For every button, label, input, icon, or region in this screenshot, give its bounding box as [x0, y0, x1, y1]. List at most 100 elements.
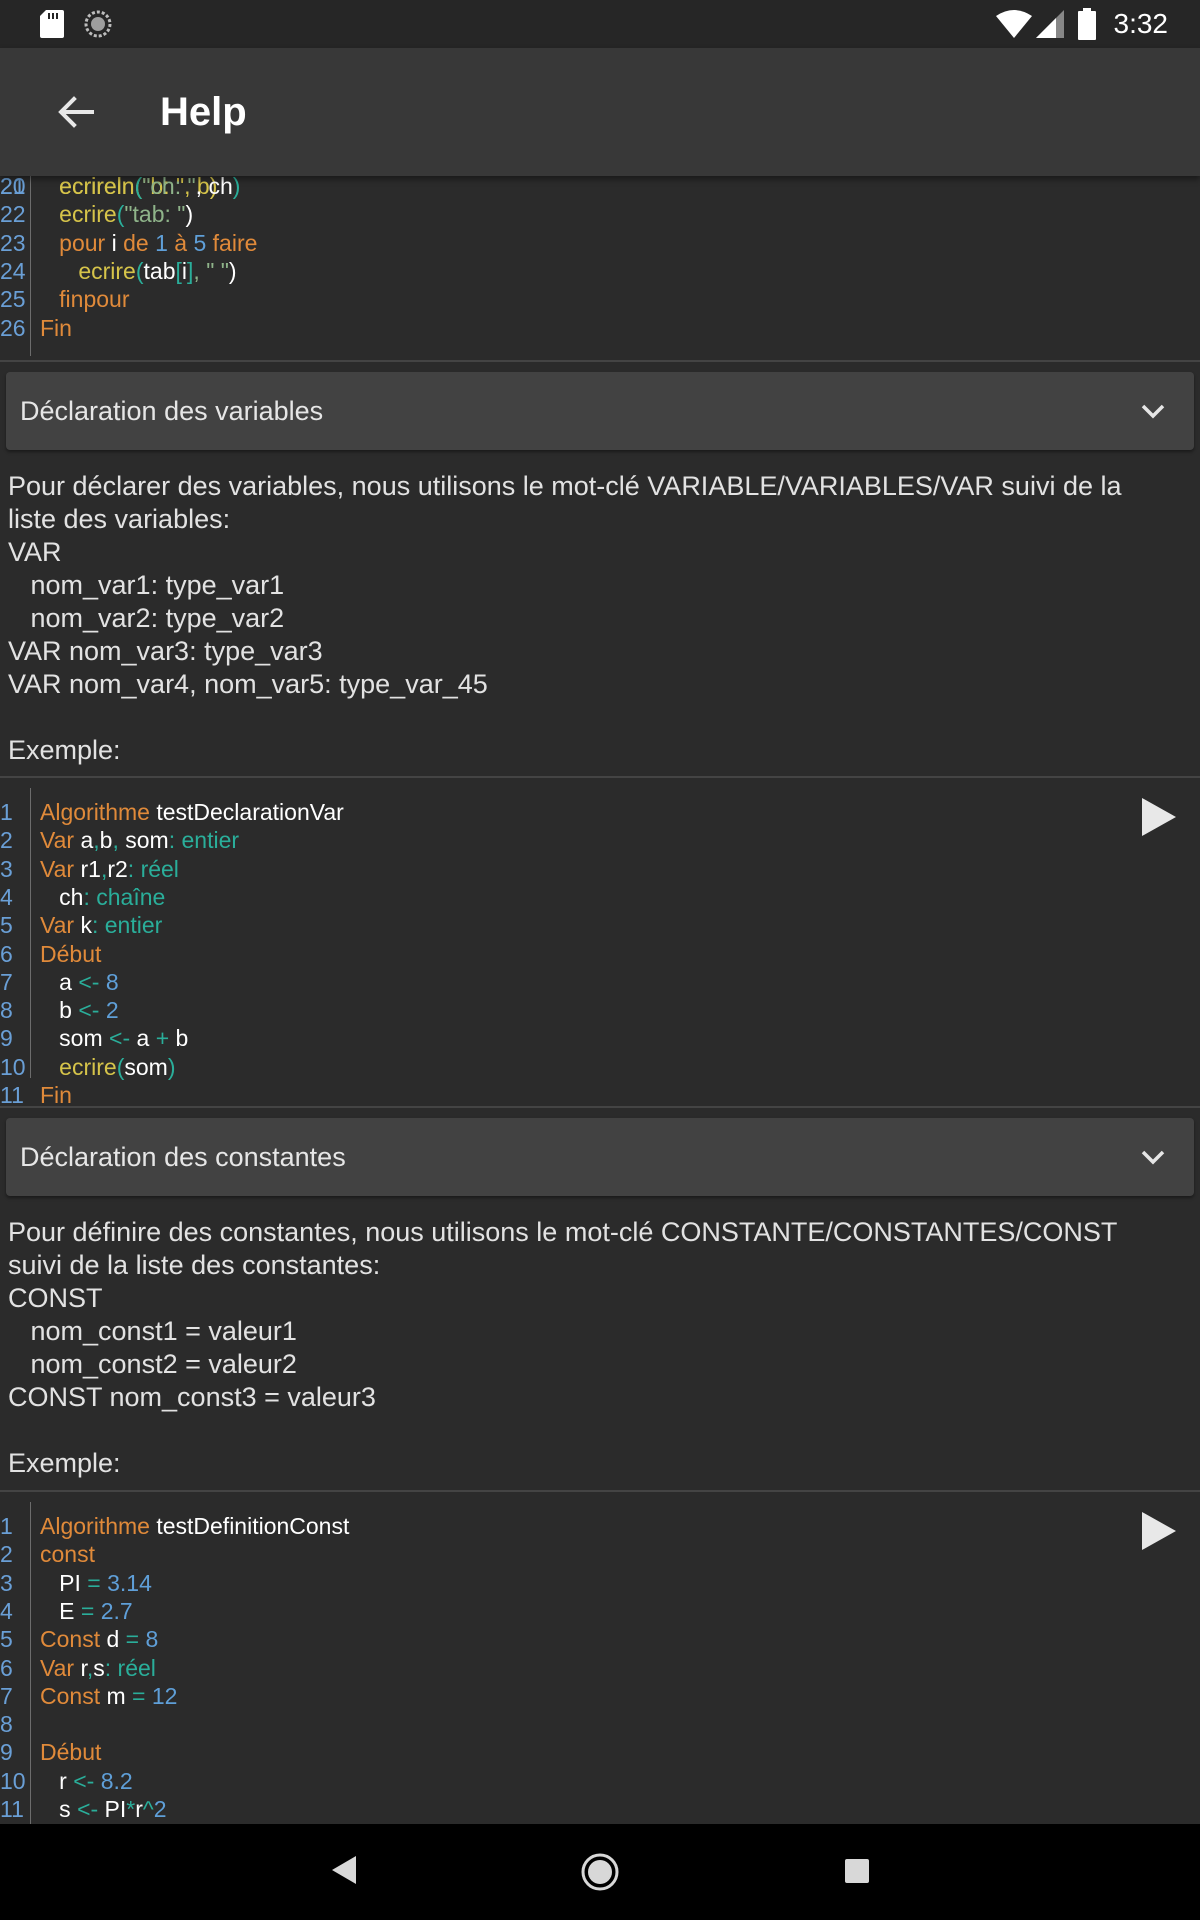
code-text: PI = 3.14	[40, 1569, 152, 1596]
description-line: Pour déclarer des variables, nous utilis…	[8, 471, 1122, 501]
arrow-left-icon	[58, 96, 94, 128]
line-number: 24	[0, 257, 26, 284]
code-text: Var k: entier	[40, 912, 163, 939]
line-number: 22	[0, 201, 26, 228]
page-title: Help	[160, 90, 247, 134]
section-title: Déclaration des variables	[20, 396, 324, 426]
description-line: nom_const1 = valeur1	[8, 1316, 297, 1346]
code-text: Var r1,r2: réel	[40, 855, 179, 882]
code-line: 4 ch: chaîne	[0, 883, 1200, 911]
help-content[interactable]: 20 ecrireln("b: ", b) 21 ecrireln("ch: "…	[0, 160, 1200, 1824]
code-block-top: 20 ecrireln("b: ", b) 21 ecrireln("ch: "…	[0, 160, 1200, 360]
line-number: 4	[0, 1597, 13, 1624]
nav-back-icon[interactable]	[330, 1854, 358, 1886]
code-line: 25 finpour	[0, 285, 1200, 313]
line-number: 6	[0, 940, 13, 967]
code-line: 6 Var r,s: réel	[0, 1654, 1200, 1682]
code-text: ch: chaîne	[40, 883, 166, 910]
description-line: Exemple:	[8, 1448, 121, 1478]
description-line	[8, 701, 1188, 734]
section-description: Pour définire des constantes, nous utili…	[8, 1216, 1188, 1480]
code-line: 3 Var r1,r2: réel	[0, 855, 1200, 883]
code-line: 9 som <- a + b	[0, 1024, 1200, 1052]
code-line: 1 Algorithme testDeclarationVar	[0, 798, 1200, 826]
description-line: nom_var1: type_var1	[8, 570, 285, 600]
nav-home-icon[interactable]	[580, 1852, 620, 1892]
line-number: 8	[0, 997, 13, 1024]
section-header-variables[interactable]: Déclaration des variables	[6, 372, 1194, 450]
description-line	[8, 1414, 1188, 1447]
play-icon	[1142, 1512, 1176, 1550]
code-line: 23 pour i de 1 à 5 faire	[0, 229, 1200, 257]
run-example-button[interactable]	[1140, 1510, 1178, 1552]
app-bar: Help	[0, 48, 1200, 176]
description-line: nom_const2 = valeur2	[8, 1349, 297, 1379]
code-text: Fin	[40, 314, 72, 341]
description-line: liste des variables:	[8, 504, 231, 534]
code-line: 22 ecrire("tab: ")	[0, 200, 1200, 228]
code-text: Algorithme testDeclarationVar	[40, 799, 344, 825]
code-text: a <- 8	[40, 968, 119, 995]
code-text: const	[40, 1541, 95, 1568]
code-text: Début	[40, 940, 102, 967]
code-text: E = 2.7	[40, 1597, 133, 1624]
line-number: 7	[0, 968, 13, 995]
description-line: Exemple:	[8, 735, 121, 765]
code-line: 11 Fin	[0, 1081, 1200, 1109]
line-number: 6	[0, 1654, 13, 1681]
description-line: Pour définire des constantes, nous utili…	[8, 1217, 1118, 1247]
sync-icon	[84, 10, 112, 38]
line-number: 5	[0, 912, 13, 939]
code-text: Const d = 8	[40, 1626, 159, 1653]
line-number: 23	[0, 229, 26, 256]
description-line: VAR	[8, 537, 62, 567]
code-line: 5 Const d = 8	[0, 1625, 1200, 1653]
line-number: 10	[0, 1767, 26, 1794]
sd-card-icon	[40, 10, 64, 38]
system-nav-bar	[0, 1824, 1200, 1920]
line-number: 2	[0, 827, 13, 854]
description-line: CONST	[8, 1283, 103, 1313]
code-text: Fin	[40, 1082, 72, 1108]
code-text: pour i de 1 à 5 faire	[40, 229, 258, 256]
back-button[interactable]	[48, 84, 104, 140]
line-number: 21	[0, 173, 26, 199]
section-title: Déclaration des constantes	[20, 1142, 346, 1172]
code-line: 9 Début	[0, 1738, 1200, 1766]
line-number: 9	[0, 1025, 13, 1052]
section-header-constantes[interactable]: Déclaration des constantes	[6, 1118, 1194, 1196]
line-number: 3	[0, 855, 13, 882]
code-line: 2 Var a,b, som: entier	[0, 826, 1200, 854]
code-line: 3 PI = 3.14	[0, 1569, 1200, 1597]
code-line: 7 a <- 8	[0, 968, 1200, 996]
line-number: 11	[0, 1796, 24, 1822]
code-block-constantes: 12 ecrireln(s) 1Algorithme testDefinitio…	[0, 1502, 1200, 1824]
code-text: ecrire(som)	[40, 1053, 176, 1080]
code-text: Début	[40, 1739, 102, 1766]
play-icon	[1142, 798, 1176, 836]
chevron-down-icon	[1141, 404, 1165, 419]
run-example-button[interactable]	[1140, 796, 1178, 838]
description-line: CONST nom_const3 = valeur3	[8, 1382, 376, 1412]
code-line: 10 ecrire(som)	[0, 1053, 1200, 1081]
code-line: 2 const	[0, 1540, 1200, 1568]
line-number: 3	[0, 1569, 13, 1596]
signal-icon	[1036, 10, 1064, 38]
code-line: 8 b <- 2	[0, 996, 1200, 1024]
code-line: 6 Début	[0, 940, 1200, 968]
code-line: 8	[0, 1710, 1200, 1738]
line-number: 1	[0, 1513, 13, 1539]
code-text: s <- PI*r^2	[40, 1796, 167, 1822]
description-line: VAR nom_var4, nom_var5: type_var_45	[8, 669, 488, 699]
chevron-down-icon	[1141, 1150, 1165, 1165]
nav-recents-icon[interactable]	[844, 1858, 870, 1884]
code-line: 10 r <- 8.2	[0, 1767, 1200, 1795]
line-number: 4	[0, 883, 13, 910]
section-description: Pour déclarer des variables, nous utilis…	[8, 470, 1188, 767]
line-number: 7	[0, 1682, 13, 1709]
code-text: b <- 2	[40, 997, 119, 1024]
line-number: 11	[0, 1082, 24, 1108]
code-line: 26 Fin	[0, 314, 1200, 342]
code-text: ecrire(tab[i], " ")	[40, 257, 237, 284]
code-text: Var a,b, som: entier	[40, 827, 240, 854]
